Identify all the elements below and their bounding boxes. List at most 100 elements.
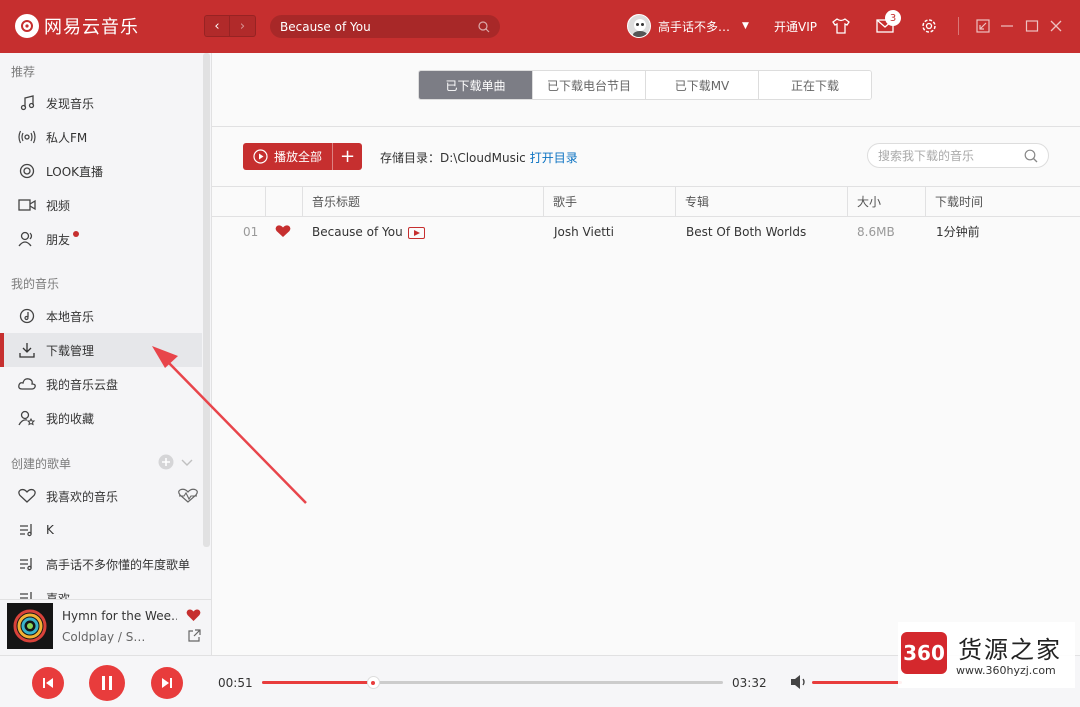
download-search-box[interactable]: 搜索我下载的音乐 — [867, 143, 1049, 168]
play-circle-icon — [253, 149, 268, 164]
album-cover[interactable] — [7, 603, 53, 649]
column-album[interactable]: 专辑 — [675, 187, 847, 217]
sidebar-item-label: 朋友 — [46, 232, 71, 247]
sidebar-item-video[interactable]: 视频 — [0, 188, 202, 222]
progress-bar[interactable] — [262, 676, 723, 689]
notification-dot — [73, 231, 80, 237]
mini-mode-icon[interactable] — [972, 15, 994, 37]
settings-gear-icon[interactable] — [918, 15, 940, 37]
tab-downloaded-radio[interactable]: 已下载电台节目 — [532, 71, 645, 99]
live-icon — [18, 162, 36, 180]
maximize-icon[interactable] — [1021, 15, 1043, 37]
history-nav: ‹ › — [204, 15, 256, 37]
song-title[interactable]: Because of You — [312, 225, 403, 239]
sidebar-item-discover[interactable]: 发现音乐 — [0, 86, 202, 120]
tab-downloaded-songs[interactable]: 已下载单曲 — [419, 71, 532, 99]
sidebar-item-liked-music[interactable]: 我喜欢的音乐 — [0, 479, 202, 513]
watermark-url: www.360hyzj.com — [956, 664, 1056, 677]
mv-icon[interactable] — [407, 226, 425, 239]
radio-icon — [18, 128, 36, 146]
close-icon[interactable] — [1045, 15, 1067, 37]
video-icon — [18, 196, 36, 214]
sidebar-item-private-fm[interactable]: 私人FM — [0, 120, 202, 154]
column-divider — [265, 187, 266, 217]
search-icon[interactable] — [1024, 149, 1038, 163]
minimize-icon[interactable] — [996, 15, 1018, 37]
chevron-down-icon[interactable]: ▼ — [742, 21, 749, 31]
sidebar-item-label: 私人FM — [46, 130, 88, 145]
open-dir-link[interactable]: 打开目录 — [530, 151, 578, 165]
column-artist[interactable]: 歌手 — [543, 187, 675, 217]
user-name[interactable]: 高手话不多… — [658, 18, 730, 35]
sidebar-item-downloads[interactable]: 下载管理 — [0, 333, 202, 367]
previous-button[interactable] — [32, 667, 64, 699]
watermark-badge: 360 — [901, 632, 947, 674]
sidebar-item-yearly-playlist[interactable]: 高手话不多你懂的年度歌单 — [0, 547, 202, 581]
add-all-button[interactable]: + — [332, 143, 362, 170]
row-artist[interactable]: Josh Vietti — [554, 217, 614, 247]
progress-handle[interactable] — [366, 676, 380, 689]
section-my-music: 我的音乐 — [11, 277, 60, 291]
sidebar-item-playlist-k[interactable]: K — [0, 513, 202, 547]
volume-icon[interactable] — [790, 674, 808, 693]
playlist-icon — [18, 521, 36, 539]
next-button[interactable] — [151, 667, 183, 699]
download-search-input[interactable]: 搜索我下载的音乐 — [878, 147, 1024, 164]
sidebar-item-collection[interactable]: 我的收藏 — [0, 401, 202, 435]
current-time: 00:51 — [218, 676, 253, 690]
sidebar-item-local-music[interactable]: 本地音乐 — [0, 299, 202, 333]
now-playing-artist[interactable]: Coldplay / S… — [62, 630, 147, 644]
table-header: 音乐标题 歌手 专辑 大小 下载时间 — [212, 186, 1080, 217]
progress-fill — [262, 681, 373, 684]
forward-button[interactable]: › — [230, 15, 256, 37]
netease-logo-icon — [15, 14, 39, 38]
share-icon[interactable] — [187, 629, 201, 646]
sidebar-item-look-live[interactable]: LOOK直播 — [0, 154, 202, 188]
app-logo[interactable]: 网易云音乐 — [15, 13, 139, 39]
heart-icon[interactable] — [275, 224, 291, 240]
vip-link[interactable]: 开通VIP — [774, 18, 817, 35]
search-box[interactable]: Because of You — [270, 15, 500, 38]
back-button[interactable]: ‹ — [204, 15, 230, 37]
heart-icon — [18, 487, 36, 505]
sidebar-item-label: 我的音乐云盘 — [46, 377, 119, 392]
sidebar-item-label: 视频 — [46, 198, 71, 213]
download-icon — [18, 341, 36, 359]
sidebar-item-cloud-disk[interactable]: 我的音乐云盘 — [0, 367, 202, 401]
row-album[interactable]: Best Of Both Worlds — [686, 217, 806, 247]
storage-directory: 存储目录：D:\CloudMusic 打开目录 — [380, 149, 578, 166]
pause-button[interactable] — [89, 665, 125, 701]
column-title[interactable]: 音乐标题 — [302, 187, 543, 217]
avatar[interactable] — [627, 14, 651, 38]
search-input[interactable]: Because of You — [280, 20, 478, 34]
chevron-down-icon[interactable] — [180, 455, 194, 472]
tab-downloading[interactable]: 正在下载 — [758, 71, 871, 99]
volume-slider[interactable] — [812, 681, 902, 684]
search-icon[interactable] — [478, 20, 490, 33]
now-playing-title[interactable]: Hymn for the Wee… — [62, 609, 177, 623]
row-size: 8.6MB — [857, 225, 895, 239]
sidebar-scrollbar[interactable] — [203, 53, 210, 547]
favorites-icon — [18, 409, 36, 427]
heartbeat-mode-icon[interactable] — [177, 488, 199, 507]
download-tabs: 已下载单曲 已下载电台节目 已下载MV 正在下载 — [418, 70, 872, 100]
cloud-icon — [18, 375, 36, 393]
column-download-time[interactable]: 下载时间 — [925, 187, 1080, 217]
sidebar: 推荐 发现音乐 私人FM LOOK直播 视频 朋友 我的音乐 本地音乐 下载管理… — [0, 53, 212, 599]
watermark-title: 货源之家 — [958, 636, 1062, 664]
sidebar-item-playlist-like[interactable]: 喜欢 — [0, 581, 202, 599]
add-playlist-icon[interactable] — [158, 454, 174, 473]
column-size[interactable]: 大小 — [847, 187, 925, 217]
user-menu[interactable]: 高手话不多… ▼ — [627, 14, 749, 38]
row-download-time: 1分钟前 — [936, 225, 980, 239]
music-note-icon — [18, 94, 36, 112]
sidebar-item-friends[interactable]: 朋友 — [0, 222, 202, 256]
heart-icon[interactable] — [186, 608, 201, 625]
skin-icon[interactable] — [830, 15, 852, 37]
play-all-button[interactable]: 播放全部 — [243, 143, 332, 170]
table-row[interactable]: 01 Because of You Josh Vietti Best Of Bo… — [212, 217, 1080, 247]
tab-downloaded-mv[interactable]: 已下载MV — [645, 71, 758, 99]
watermark: 360 货源之家 www.360hyzj.com — [898, 622, 1075, 688]
now-playing-panel[interactable]: Hymn for the Wee… Coldplay / S… — [0, 599, 212, 655]
row-title[interactable]: Because of You — [312, 217, 425, 247]
